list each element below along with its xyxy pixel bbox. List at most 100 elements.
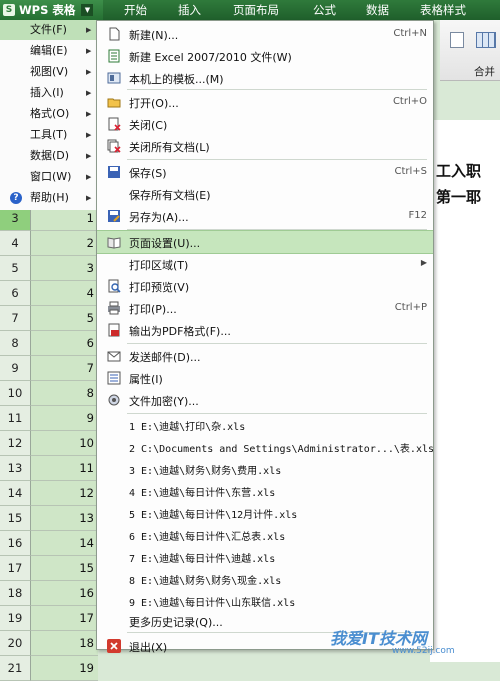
pdf-export-icon — [108, 323, 120, 337]
tab-formula[interactable]: 公式 — [313, 0, 336, 20]
tab-table-style[interactable]: 表格样式 — [420, 0, 466, 20]
chevron-right-icon: ▶ — [86, 110, 92, 118]
recent-file-item[interactable]: 1 E:\迪越\打印\杂.xls — [97, 414, 433, 436]
recent-file-item[interactable]: 2 C:\Documents and Settings\Administrato… — [97, 436, 434, 458]
menu-new[interactable]: 新建(N)... Ctrl+N — [97, 23, 433, 45]
ribbon-toolbar: 合并 — [440, 20, 500, 81]
menu-print[interactable]: 打印(P)... Ctrl+P — [97, 297, 433, 319]
cell-a[interactable]: 6 — [31, 331, 98, 356]
exit-icon — [107, 639, 121, 653]
menu-close-all[interactable]: 关闭所有文档(L) — [97, 135, 433, 157]
cell-a[interactable]: 16 — [31, 581, 98, 606]
cell-a[interactable]: 17 — [31, 606, 98, 631]
menu-export-pdf[interactable]: 输出为PDF格式(F)... — [97, 319, 433, 341]
row-header[interactable]: 8 — [0, 331, 31, 356]
chevron-right-icon: ▶ — [86, 26, 92, 34]
cell-a[interactable]: 13 — [31, 506, 98, 531]
recent-file-item[interactable]: 6 E:\迪越\每日计件\汇总表.xls — [97, 524, 433, 546]
menu-save-as[interactable]: 另存为(A)... F12 — [97, 205, 433, 227]
row-header[interactable]: 10 — [0, 381, 31, 406]
menu-item-format[interactable]: 格式(O) ▶ — [0, 104, 96, 124]
close-all-icon — [107, 139, 121, 153]
cell-a[interactable]: 7 — [31, 356, 98, 381]
cell-value: 19 — [79, 661, 94, 675]
menu-page-setup[interactable]: 页面设置(U)... — [97, 230, 433, 254]
wps-logo-icon: S — [3, 4, 15, 16]
row-header[interactable]: 14 — [0, 481, 31, 506]
row-header[interactable]: 11 — [0, 406, 31, 431]
recent-file-item[interactable]: 3 E:\迪越\财务\财务\费用.xls — [97, 458, 433, 480]
menu-encrypt[interactable]: 文件加密(Y)... — [97, 389, 433, 411]
row-header[interactable]: 7 — [0, 306, 31, 331]
chevron-right-icon: ▶ — [86, 47, 92, 55]
cell-a[interactable]: 19 — [31, 656, 98, 681]
cell-a[interactable]: 10 — [31, 431, 98, 456]
format-icon[interactable] — [450, 32, 464, 48]
recent-file-item[interactable]: 5 E:\迪越\每日计件\12月计件.xls — [97, 502, 433, 524]
menu-item-edit[interactable]: 编辑(E) ▶ — [0, 41, 96, 61]
menu-new-excel[interactable]: 新建 Excel 2007/2010 文件(W) — [97, 45, 433, 67]
cell-a[interactable]: 2 — [31, 231, 98, 256]
row-header[interactable]: 5 — [0, 256, 31, 281]
menu-item-data[interactable]: 数据(D) ▶ — [0, 146, 96, 166]
tab-home[interactable]: 开始 — [124, 0, 147, 20]
cell-a[interactable]: 12 — [31, 481, 98, 506]
tab-data[interactable]: 数据 — [366, 0, 389, 20]
menu-properties[interactable]: 属性(I) — [97, 367, 433, 389]
chevron-right-icon: ▶ — [86, 173, 92, 181]
recent-file-item[interactable]: 7 E:\迪越\每日计件\迪越.xls — [97, 546, 433, 568]
cell-a[interactable]: 11 — [31, 456, 98, 481]
row-header[interactable]: 17 — [0, 556, 31, 581]
row-header[interactable]: 19 — [0, 606, 31, 631]
row-header[interactable]: 21 — [0, 656, 31, 681]
menu-item-tools[interactable]: 工具(T) ▶ — [0, 125, 96, 145]
row-header[interactable]: 20 — [0, 631, 31, 656]
row-header[interactable]: 15 — [0, 506, 31, 531]
recent-file-item[interactable]: 8 E:\迪越\财务\财务\现金.xls — [97, 568, 433, 590]
merge-cells-icon[interactable] — [476, 32, 496, 48]
menu-item-help[interactable]: ? 帮助(H) ▶ — [0, 188, 96, 208]
cell-a[interactable]: 3 — [31, 256, 98, 281]
merge-label[interactable]: 合并 — [474, 64, 495, 79]
menu-save[interactable]: 保存(S) Ctrl+S — [97, 161, 433, 183]
menu-print-area[interactable]: 打印区域(T) ▶ — [97, 253, 433, 275]
menu-close[interactable]: 关闭(C) — [97, 113, 433, 135]
menu-templates[interactable]: 本机上的模板...(M) — [97, 67, 433, 89]
save-as-icon — [108, 210, 120, 222]
menu-save-all[interactable]: 保存所有文档(E) — [97, 183, 433, 205]
row-header[interactable]: 13 — [0, 456, 31, 481]
dropdown-arrow-icon[interactable]: ▼ — [81, 4, 94, 16]
wps-app-menu-button[interactable]: S WPS 表格 ▼ — [0, 0, 103, 20]
recent-file-item[interactable]: 9 E:\迪越\每日计件\山东联信.xls — [97, 590, 433, 612]
chevron-right-icon: ▶ — [86, 194, 92, 202]
chevron-right-icon: ▶ — [420, 258, 427, 267]
save-icon — [108, 166, 120, 178]
row-header[interactable]: 9 — [0, 356, 31, 381]
menu-print-preview[interactable]: 打印预览(V) — [97, 275, 433, 297]
menu-item-file[interactable]: 文件(F) ▶ — [0, 20, 96, 40]
row-header[interactable]: 6 — [0, 281, 31, 306]
cell-a[interactable]: 14 — [31, 531, 98, 556]
row-header[interactable]: 16 — [0, 531, 31, 556]
cell-a[interactable]: 4 — [31, 281, 98, 306]
menu-item-window[interactable]: 窗口(W) ▶ — [0, 167, 96, 187]
row-header[interactable]: 18 — [0, 581, 31, 606]
cell-a[interactable]: 5 — [31, 306, 98, 331]
menu-open[interactable]: 打开(O)... Ctrl+O — [97, 91, 433, 113]
cell-a[interactable]: 18 — [31, 631, 98, 656]
cell-a[interactable]: 8 — [31, 381, 98, 406]
menu-item-insert[interactable]: 插入(I) ▶ — [0, 83, 96, 103]
row-header[interactable]: 12 — [0, 431, 31, 456]
close-document-icon — [108, 117, 121, 131]
watermark-url: www.52ij.com — [392, 646, 455, 656]
cell-a[interactable]: 15 — [31, 556, 98, 581]
menu-item-view[interactable]: 视图(V) ▶ — [0, 62, 96, 82]
row-header[interactable]: 4 — [0, 231, 31, 256]
cell-a[interactable]: 9 — [31, 406, 98, 431]
menu-send-mail[interactable]: 发送邮件(D)... — [97, 345, 433, 367]
recent-file-item[interactable]: 4 E:\迪越\每日计件\东营.xls — [97, 480, 433, 502]
main-menu: 文件(F) ▶ 编辑(E) ▶ 视图(V) ▶ 插入(I) ▶ 格式(O) ▶ 工具(T)… — [0, 20, 97, 210]
tab-page-layout[interactable]: 页面布局 — [233, 0, 279, 20]
print-icon — [108, 301, 120, 315]
tab-insert[interactable]: 插入 — [178, 0, 201, 20]
